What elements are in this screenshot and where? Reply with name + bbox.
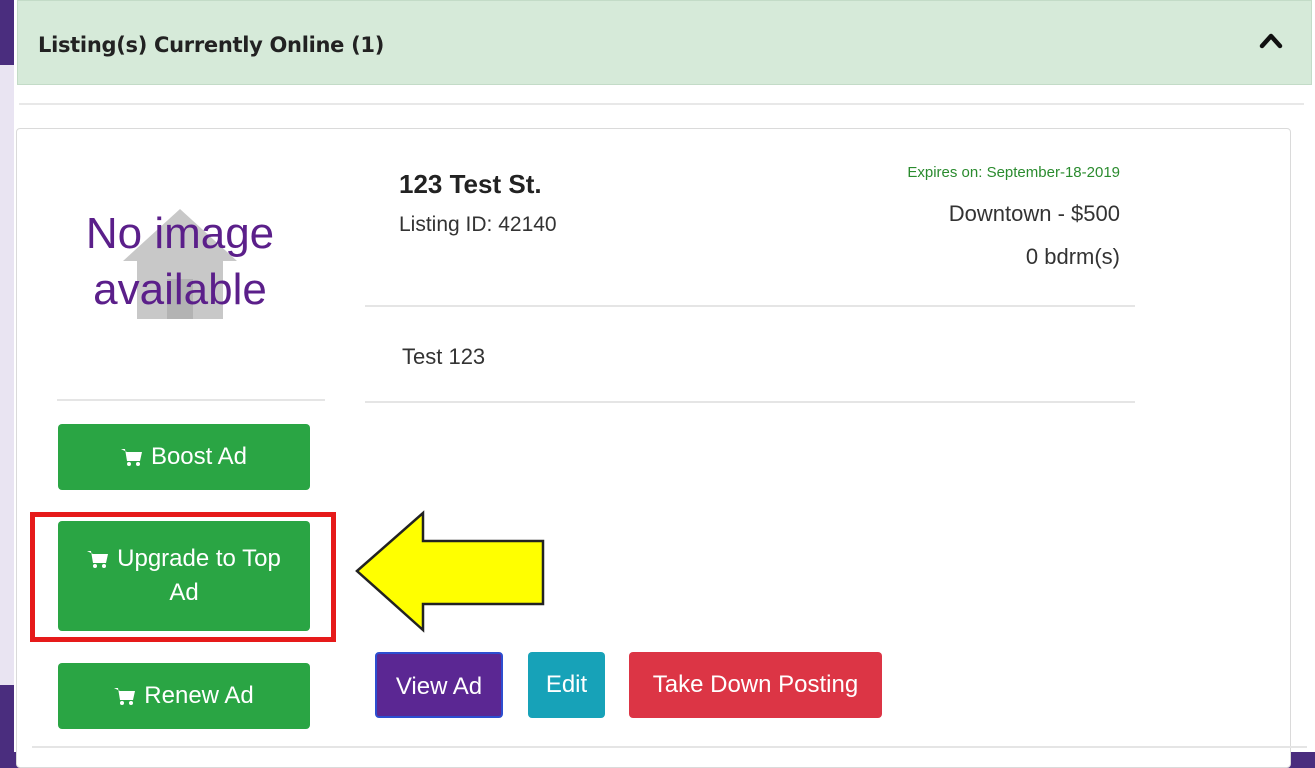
details-divider (365, 305, 1135, 307)
header-divider (19, 103, 1304, 105)
edit-button[interactable]: Edit (528, 652, 605, 718)
description-divider (365, 401, 1135, 403)
background-side-strip (0, 65, 14, 685)
listings-panel: Listing(s) Currently Online (1) No image… (14, 0, 1315, 768)
boost-ad-button[interactable]: Boost Ad (58, 424, 310, 490)
bedrooms: 0 bdrm(s) (1025, 244, 1120, 269)
listing-description: Test 123 (402, 344, 486, 369)
highlight-box (30, 512, 336, 642)
take-down-posting-button[interactable]: Take Down Posting (629, 652, 882, 718)
panel-header[interactable]: Listing(s) Currently Online (1) (17, 0, 1312, 85)
shopping-cart-icon (114, 688, 136, 705)
bottom-divider (32, 746, 1307, 748)
no-image-line-1: No image (85, 209, 275, 258)
renew-ad-label: Renew Ad (144, 682, 254, 709)
listing-title: 123 Test St. (399, 169, 542, 199)
no-image-line-2: available (93, 265, 267, 314)
pointer-arrow-icon (355, 510, 545, 633)
renew-ad-button[interactable]: Renew Ad (58, 663, 310, 729)
location-price: Downtown - $500 (948, 201, 1120, 226)
chevron-up-icon[interactable] (1259, 29, 1283, 51)
expires-date: Expires on: September-18-2019 (907, 164, 1120, 181)
no-image-text: No image available (57, 206, 303, 318)
shopping-cart-icon (120, 449, 142, 466)
image-divider (57, 399, 325, 401)
listing-image-placeholder: No image available (57, 191, 317, 421)
listing-card: No image available Boost Ad Upgrade to T… (16, 128, 1291, 768)
view-ad-button[interactable]: View Ad (375, 652, 503, 718)
panel-title: Listing(s) Currently Online (1) (38, 33, 385, 57)
boost-ad-label: Boost Ad (150, 443, 248, 470)
listing-id: Listing ID: 42140 (399, 213, 557, 236)
